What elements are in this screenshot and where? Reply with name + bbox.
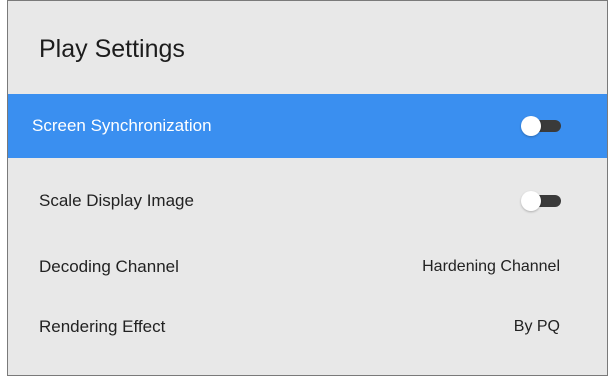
setting-value: Hardening Channel [422,258,560,275]
setting-row-screen-synchronization[interactable]: Screen Synchronization [8,94,607,158]
setting-value: By PQ [513,318,560,335]
screen-synchronization-toggle[interactable] [521,116,561,136]
page-title: Play Settings [39,35,185,63]
setting-row-rendering-effect[interactable]: Rendering Effect By PQ [8,295,607,359]
toggle-thumb [521,191,541,211]
setting-label: Decoding Channel [39,257,179,276]
setting-row-scale-display-image[interactable]: Scale Display Image [8,169,607,233]
setting-label: Scale Display Image [39,191,194,210]
setting-label: Rendering Effect [39,317,166,336]
scale-display-image-toggle[interactable] [521,191,561,211]
setting-label: Screen Synchronization [32,116,212,135]
play-settings-panel: Play Settings Screen Synchronization Sca… [7,0,608,376]
setting-row-decoding-channel[interactable]: Decoding Channel Hardening Channel [8,235,607,299]
toggle-thumb [521,116,541,136]
